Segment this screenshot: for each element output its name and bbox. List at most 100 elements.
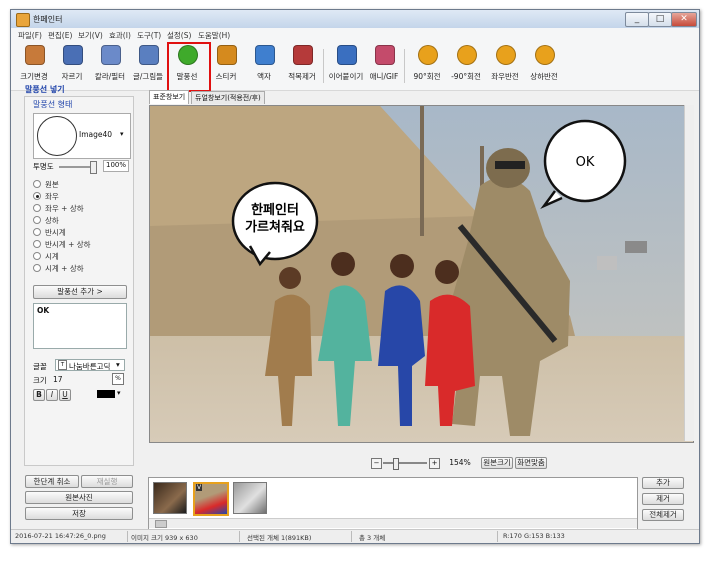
radio-label: 상하 [45, 216, 59, 225]
status-total: 총 3 개체 [359, 534, 386, 542]
section-title: 말풍선 넣기 [25, 85, 65, 94]
remove-all-button[interactable]: 전체제거 [642, 509, 684, 521]
bubble-panel: 말풍선 형태 Image40 ▾ 투명도 100% 원본 좌우 좌우 + 상하 … [24, 96, 134, 466]
app-window: 한페인터 _ □ ✕ 파일(F) 편집(E) 보기(V) 효과(I) 도구(T)… [10, 9, 700, 544]
status-divider [497, 531, 498, 542]
radio-dot [33, 228, 41, 236]
radio-dot [33, 216, 41, 224]
toolbar: 크기변경 자르기 칼라/필터 글/그림들 말풍선 스티커 액자 적목제거 이어붙… [11, 41, 699, 92]
original-photo-button[interactable]: 원본사진 [25, 491, 133, 504]
save-button[interactable]: 저장 [25, 507, 133, 520]
opacity-slider-thumb[interactable] [90, 161, 97, 174]
radio-horizontal[interactable]: 좌우 [33, 191, 59, 202]
status-divider [351, 531, 352, 542]
zoom-slider-thumb[interactable] [393, 458, 399, 470]
maximize-button[interactable]: □ [648, 12, 672, 27]
status-rgb: R:170 G:153 B:133 [503, 532, 565, 540]
font-size-icon[interactable]: % [112, 373, 124, 385]
flip-horizontal-icon [496, 45, 516, 65]
photo: 한페인터 가르쳐줘요 OK [150, 106, 693, 442]
title-bar: 한페인터 _ □ ✕ [11, 10, 699, 29]
undo-button[interactable]: 한단계 취소 [25, 475, 79, 488]
sticker-icon [217, 45, 237, 65]
zoom-in-button[interactable]: + [429, 458, 440, 469]
red-eye-icon [293, 45, 313, 65]
bubble-text-input[interactable]: OK [33, 303, 127, 349]
bubble-text-value: OK [37, 306, 50, 315]
font-select[interactable]: T 나눔바른고딕 ▾ [55, 359, 125, 371]
radio-label: 시계 + 상하 [45, 264, 84, 273]
resize-icon [25, 45, 45, 65]
tool-label: 상하반전 [530, 72, 558, 81]
menu-file[interactable]: 파일(F) [18, 30, 42, 41]
bubble-left-line1: 한페인터 [251, 202, 299, 218]
menu-settings[interactable]: 설정(S) [167, 30, 191, 41]
image-canvas[interactable]: 한페인터 가르쳐줘요 OK [149, 105, 694, 443]
redo-button[interactable]: 재실행 [81, 475, 133, 488]
radio-label: 좌우 + 상하 [45, 204, 84, 213]
add-button[interactable]: 추가 [642, 477, 684, 489]
thumbnail-scrollbar[interactable] [149, 518, 637, 528]
menu-help[interactable]: 도움말(H) [198, 30, 230, 41]
underline-button[interactable]: U [59, 389, 71, 401]
menu-tools[interactable]: 도구(T) [137, 30, 161, 41]
thumbnail-scrollbar-thumb[interactable] [155, 520, 167, 528]
shape-selector[interactable]: Image40 ▾ [33, 113, 131, 159]
menu-bar: 파일(F) 편집(E) 보기(V) 효과(I) 도구(T) 설정(S) 도움말(… [11, 28, 699, 42]
chevron-down-icon[interactable]: ▾ [117, 389, 121, 397]
zoom-value: 154% [449, 458, 471, 467]
zoom-slider[interactable] [383, 458, 427, 470]
radio-clockwise-vertical[interactable]: 시계 + 상하 [33, 263, 84, 274]
opacity-label: 투명도 [33, 162, 54, 171]
tool-gif[interactable]: 애니/GIF [365, 43, 403, 87]
portrait-thumbnail[interactable] [153, 482, 187, 514]
chevron-down-icon[interactable]: ▾ [120, 130, 124, 138]
font-icon: T [58, 360, 67, 370]
font-value: 나눔바른고딕 [69, 362, 111, 371]
koala-thumbnail[interactable] [233, 482, 267, 514]
opacity-slider[interactable] [59, 161, 97, 174]
opacity-value[interactable]: 100% [103, 160, 129, 172]
text-image-icon [139, 45, 159, 65]
merge-icon [337, 45, 357, 65]
radio-vertical[interactable]: 상하 [33, 215, 59, 226]
gif-icon [375, 45, 395, 65]
bubble-right-text: OK [576, 155, 595, 170]
fit-screen-button[interactable]: 화면맞춤 [515, 457, 547, 469]
rotate-minus-90-icon [457, 45, 477, 65]
radio-dot [33, 192, 41, 200]
close-button[interactable]: ✕ [671, 12, 697, 27]
radio-clockwise[interactable]: 시계 [33, 251, 59, 262]
original-size-button[interactable]: 원본크기 [481, 457, 513, 469]
radio-original[interactable]: 원본 [33, 179, 59, 190]
radio-horizontal-vertical[interactable]: 좌우 + 상하 [33, 203, 84, 214]
tool-flip-vertical[interactable]: 상하반전 [525, 43, 563, 87]
highlight-box [167, 42, 211, 92]
frame-icon [255, 45, 275, 65]
radio-counterclockwise[interactable]: 반시계 [33, 227, 66, 238]
menu-effect[interactable]: 효과(I) [109, 30, 131, 41]
menu-view[interactable]: 보기(V) [78, 30, 103, 41]
italic-button[interactable]: I [46, 389, 58, 401]
tab-standard-view[interactable]: 표준창보기 [149, 90, 190, 104]
flip-vertical-icon [535, 45, 555, 65]
menu-edit[interactable]: 편집(E) [48, 30, 72, 41]
tab-dual-view[interactable]: 듀얼창보기(적용전/후) [191, 91, 265, 104]
soldier-kids-thumbnail[interactable]: V [193, 482, 229, 516]
minimize-button[interactable]: _ [625, 12, 649, 27]
text-color-swatch[interactable] [97, 390, 115, 398]
radio-dot [33, 204, 41, 212]
bubble-shape-preview [37, 116, 77, 156]
remove-button[interactable]: 제거 [642, 493, 684, 505]
radio-dot [33, 240, 41, 248]
radio-counterclockwise-vertical[interactable]: 반시계 + 상하 [33, 239, 91, 250]
color-filter-icon [101, 45, 121, 65]
crop-icon [63, 45, 83, 65]
zoom-out-button[interactable]: − [371, 458, 382, 469]
tool-red-eye[interactable]: 적목제거 [283, 43, 321, 87]
add-bubble-button[interactable]: 말풍선 추가 > [33, 285, 127, 299]
canvas-scrollbar[interactable] [684, 105, 694, 441]
size-value[interactable]: 17 [53, 375, 63, 384]
status-selected: 선택된 개체 1(891KB) [247, 534, 312, 542]
bold-button[interactable]: B [33, 389, 45, 401]
